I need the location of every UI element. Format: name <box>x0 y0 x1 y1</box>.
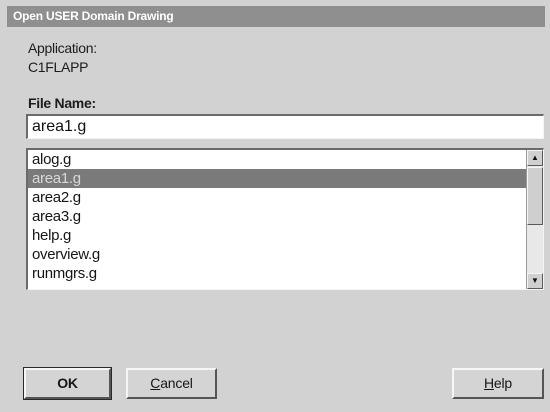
cancel-mnemonic: C <box>150 375 161 391</box>
file-name-input[interactable] <box>26 114 544 139</box>
list-item-selected[interactable]: area1.g <box>28 169 526 188</box>
help-label-rest: elp <box>493 375 512 391</box>
list-item[interactable]: area2.g <box>28 188 526 207</box>
list-item[interactable]: alog.g <box>28 150 526 169</box>
list-item[interactable]: overview.g <box>28 245 526 264</box>
scrollbar-thumb[interactable] <box>527 167 543 225</box>
title-bar: Open USER Domain Drawing <box>7 6 545 27</box>
ok-button[interactable]: OK <box>23 367 112 400</box>
cancel-button[interactable]: Cancel <box>126 368 217 399</box>
scroll-up-button[interactable]: ▲ <box>527 150 543 166</box>
file-listbox[interactable]: alog.g area1.g area2.g area3.g help.g ov… <box>26 148 544 290</box>
application-value: C1FLAPP <box>28 59 89 75</box>
list-item[interactable]: help.g <box>28 226 526 245</box>
open-drawing-dialog: Open USER Domain Drawing Application: C1… <box>0 0 550 412</box>
help-button[interactable]: Help <box>452 368 544 399</box>
window-title: Open USER Domain Drawing <box>13 9 174 23</box>
list-item[interactable]: area3.g <box>28 207 526 226</box>
arrow-up-icon: ▲ <box>531 153 539 162</box>
arrow-down-icon: ▼ <box>531 276 539 285</box>
ok-button-label: OK <box>57 375 78 391</box>
cancel-button-label: Cancel <box>150 375 193 391</box>
list-item[interactable]: runmgrs.g <box>28 264 526 283</box>
help-button-label: Help <box>484 375 512 391</box>
help-mnemonic: H <box>483 375 494 391</box>
file-name-label: File Name: <box>28 95 96 111</box>
application-label: Application: <box>28 40 97 56</box>
vertical-scrollbar[interactable]: ▲ ▼ <box>526 150 543 289</box>
cancel-label-rest: ancel <box>160 375 193 391</box>
scroll-down-button[interactable]: ▼ <box>527 273 543 289</box>
file-list: alog.g area1.g area2.g area3.g help.g ov… <box>28 150 526 283</box>
